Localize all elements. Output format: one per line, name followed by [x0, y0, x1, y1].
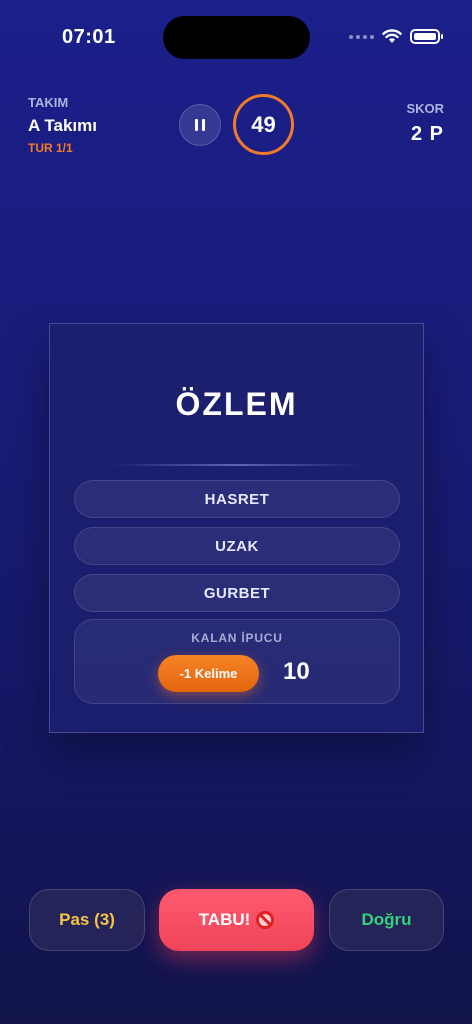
- target-word: ÖZLEM: [175, 386, 298, 422]
- taboo-button-label: TABU!: [198, 910, 251, 929]
- word-card: ÖZLEM HASRET UZAK GURBET KALAN İPUCU -1 …: [49, 323, 424, 733]
- taboo-word: GURBET: [74, 574, 400, 612]
- score-value: 2 P: [410, 123, 444, 145]
- team-label: TAKIM: [28, 95, 69, 110]
- hint-panel: KALAN İPUCU -1 Kelime 10: [74, 619, 400, 704]
- battery-icon: [410, 29, 443, 44]
- pause-button[interactable]: [179, 104, 221, 146]
- pass-button[interactable]: Pas (3): [29, 889, 145, 951]
- card-divider: [110, 464, 363, 466]
- use-hint-button[interactable]: -1 Kelime: [158, 655, 259, 692]
- dynamic-island: [163, 16, 310, 59]
- status-icons: [349, 29, 443, 44]
- taboo-word: UZAK: [74, 527, 400, 565]
- score-label: SKOR: [406, 101, 444, 116]
- round-indicator: TUR 1/1: [28, 141, 73, 155]
- wifi-icon: [382, 29, 402, 43]
- taboo-word: HASRET: [74, 480, 400, 518]
- hint-label: KALAN İPUCU: [191, 631, 283, 645]
- correct-button[interactable]: Doğru: [329, 889, 444, 951]
- pause-icon: [195, 119, 198, 131]
- remaining-hints-count: 10: [283, 658, 310, 685]
- team-name: A Takımı: [28, 116, 97, 135]
- taboo-button[interactable]: TABU!: [159, 889, 314, 951]
- status-time: 07:01: [62, 26, 116, 48]
- no-entry-icon: [256, 911, 275, 929]
- signal-dots-icon: [349, 34, 374, 39]
- countdown-timer: 49: [233, 94, 294, 155]
